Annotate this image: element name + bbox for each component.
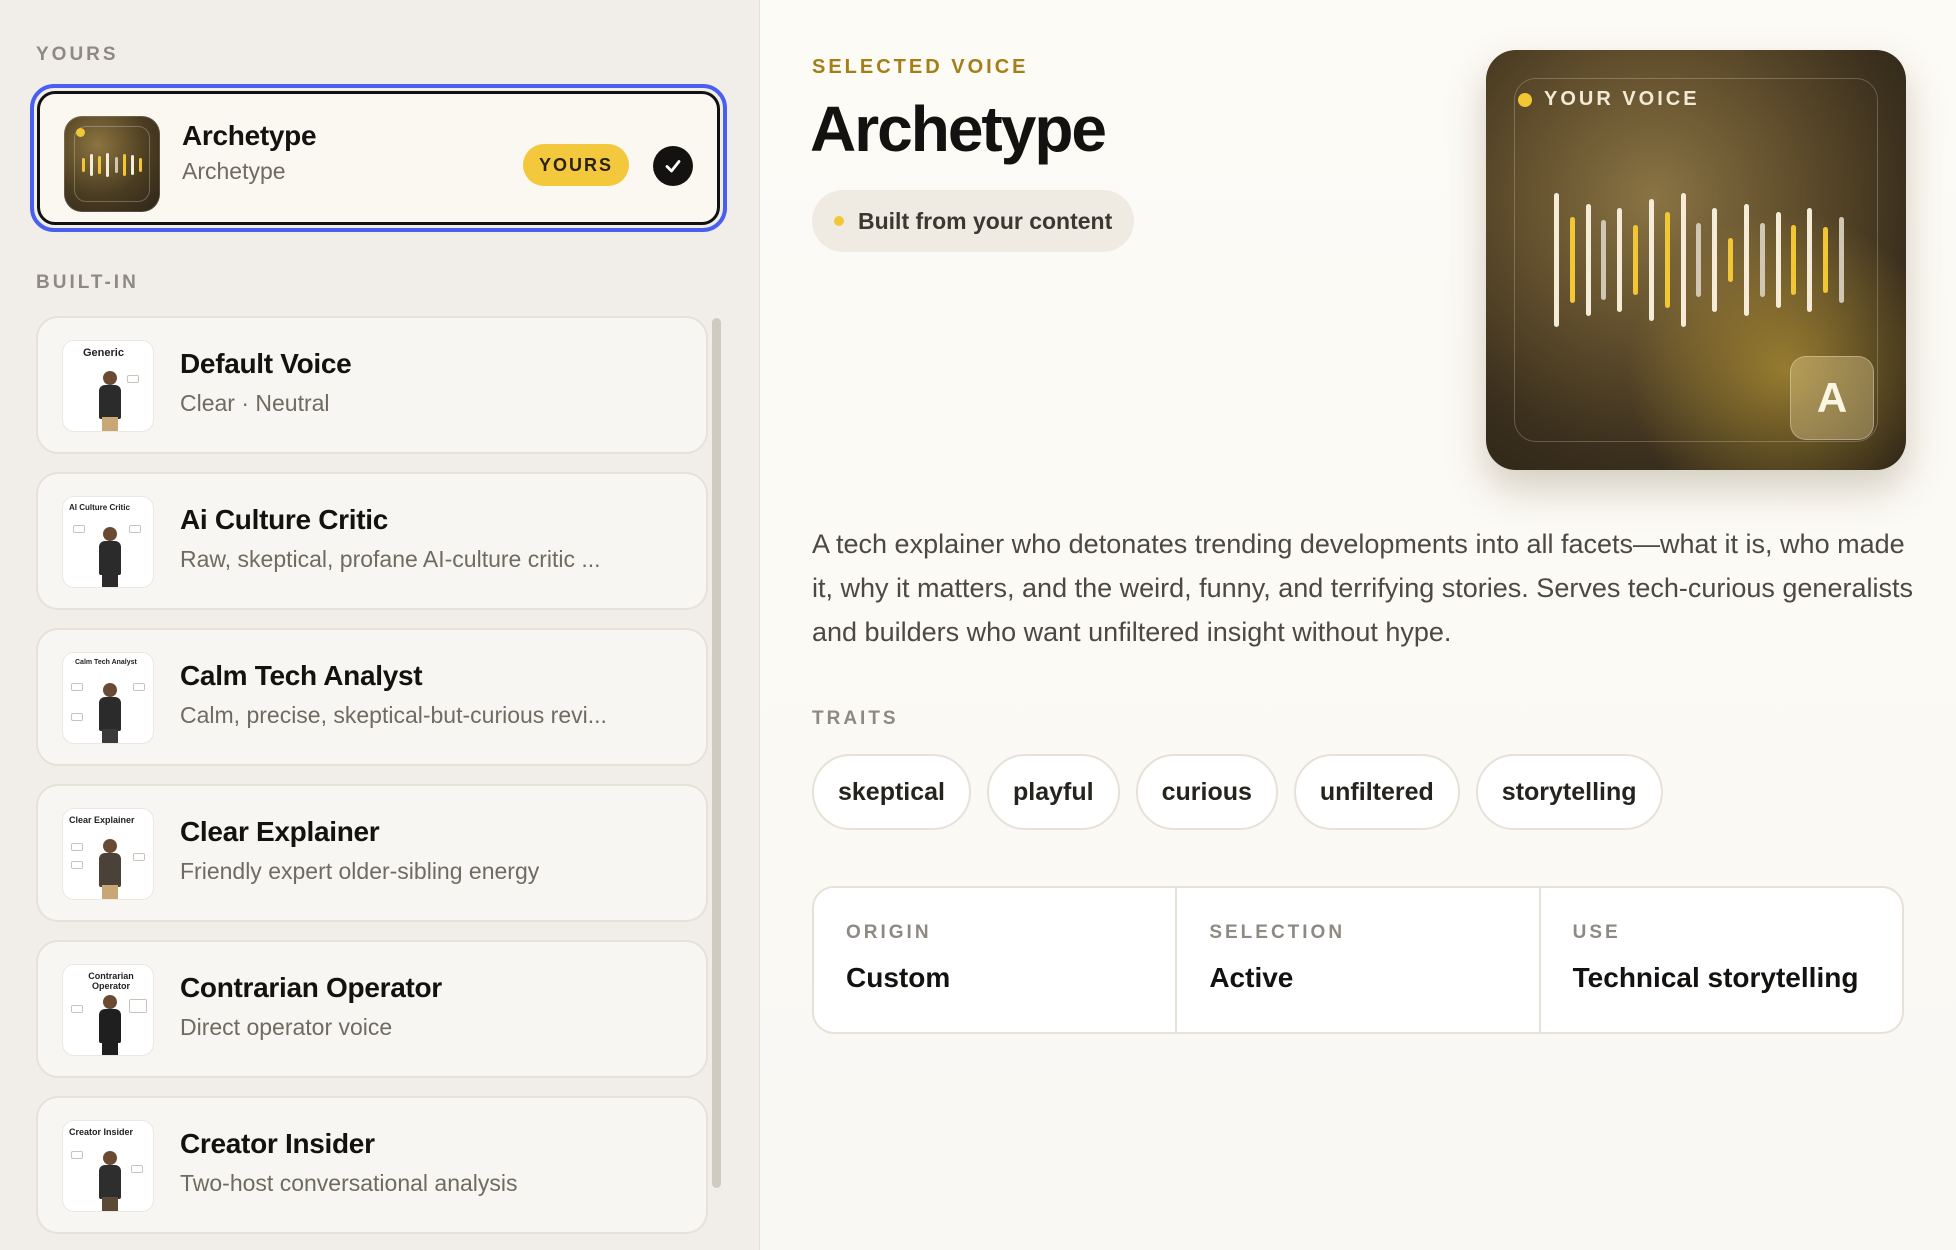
status-dot-icon	[76, 128, 85, 137]
yours-badge: YOURS	[522, 144, 629, 186]
voice-art-label: YOUR VOICE	[1518, 88, 1700, 111]
builtin-voice-list: Generic Default Voice Clear · Neutral AI…	[36, 316, 708, 1250]
thumbnail-label: AI Culture Critic	[69, 503, 130, 512]
voice-thumbnail: Clear Explainer	[62, 808, 154, 900]
waveform-icon	[1554, 190, 1844, 330]
voice-description: A tech explainer who detonates trending …	[812, 529, 1913, 647]
selected-voice-title: Archetype	[810, 93, 1107, 165]
voice-thumbnail: Contrarian Operator	[62, 964, 154, 1056]
thumbnail-label: Creator Insider	[69, 1127, 134, 1137]
voice-meta-table: ORIGIN Custom SELECTION Active USE Techn…	[812, 886, 1904, 1034]
voice-card-ai-culture-critic[interactable]: AI Culture Critic Ai Culture Critic Raw,…	[36, 472, 708, 610]
voice-thumbnail: Calm Tech Analyst	[62, 652, 154, 744]
voice-card-title: Ai Culture Critic	[180, 504, 389, 535]
voice-detail-panel: SELECTED VOICE Archetype Built from your…	[760, 0, 1956, 1250]
trait-chip: playful	[987, 754, 1120, 830]
voice-card-title: Creator Insider	[180, 1128, 375, 1159]
voice-card-subtitle: Calm, precise, skeptical-but-curious rev…	[180, 702, 607, 728]
status-dot-icon	[834, 216, 844, 226]
voice-card-subtitle: Archetype	[182, 158, 286, 184]
meta-origin: ORIGIN Custom	[814, 888, 1178, 1032]
voice-sidebar: YOURS Archetype Archetype YOURS BUILT-IN…	[0, 0, 760, 1250]
meta-use: USE Technical storytelling	[1541, 888, 1902, 1032]
voice-card-clear-explainer[interactable]: Clear Explainer Clear Explainer Friendly…	[36, 784, 708, 922]
voice-card-subtitle: Two-host conversational analysis	[180, 1170, 518, 1196]
builtin-section-label: BUILT-IN	[36, 272, 139, 293]
selected-check-icon	[653, 146, 693, 186]
voice-thumbnail: Generic	[62, 340, 154, 432]
meta-key: ORIGIN	[846, 922, 932, 943]
voice-card-title: Archetype	[182, 120, 317, 151]
thumbnail-label: Generic	[83, 347, 124, 359]
meta-value: Active	[1209, 962, 1294, 993]
meta-value: Custom	[846, 962, 951, 993]
voice-card-title: Clear Explainer	[180, 816, 380, 847]
voice-card-subtitle: Direct operator voice	[180, 1014, 393, 1040]
voice-card-title: Default Voice	[180, 348, 352, 379]
meta-selection: SELECTION Active	[1177, 888, 1541, 1032]
voice-list-scrollbar[interactable]	[712, 318, 721, 1188]
thumbnail-label: Calm Tech Analyst	[75, 659, 137, 666]
voice-thumbnail: AI Culture Critic	[62, 496, 154, 588]
source-pill-label: Built from your content	[858, 207, 1113, 234]
waveform-icon	[82, 152, 142, 178]
voice-thumbnail: Creator Insider	[62, 1120, 154, 1212]
voice-card-title: Calm Tech Analyst	[180, 660, 423, 691]
traits-label: TRAITS	[812, 708, 899, 729]
voice-card-archetype[interactable]: Archetype Archetype YOURS	[30, 84, 727, 232]
selected-voice-eyebrow: SELECTED VOICE	[812, 56, 1029, 78]
meta-key: SELECTION	[1209, 922, 1346, 943]
voice-card-default-voice[interactable]: Generic Default Voice Clear · Neutral	[36, 316, 708, 454]
meta-value: Technical storytelling	[1572, 962, 1859, 993]
trait-chip: storytelling	[1475, 754, 1663, 830]
thumbnail-label: Contrarian Operator	[88, 971, 134, 991]
voice-card-archetype-inner: Archetype Archetype YOURS	[37, 91, 720, 225]
status-dot-icon	[1518, 92, 1532, 107]
voice-card-creator-insider[interactable]: Creator Insider Creator Insider Two-host…	[36, 1096, 708, 1234]
yours-section-label: YOURS	[36, 44, 119, 65]
trait-chip: unfiltered	[1293, 754, 1460, 830]
source-pill: Built from your content	[812, 190, 1135, 252]
voice-artwork: YOUR VOICE A	[1486, 50, 1906, 470]
voice-card-subtitle: Friendly expert older-sibling energy	[180, 858, 540, 884]
voice-wave-thumbnail	[64, 116, 160, 212]
voice-card-subtitle: Clear · Neutral	[180, 390, 330, 416]
trait-chip: curious	[1135, 754, 1278, 830]
voice-art-label-text: YOUR VOICE	[1544, 88, 1700, 110]
voice-initial-tile: A	[1790, 356, 1874, 440]
traits-list: skeptical playful curious unfiltered sto…	[812, 754, 1663, 830]
thumbnail-label: Clear Explainer	[69, 815, 135, 825]
meta-key: USE	[1572, 922, 1621, 943]
voice-card-calm-tech-analyst[interactable]: Calm Tech Analyst Calm Tech Analyst Calm…	[36, 628, 708, 766]
voice-card-title: Contrarian Operator	[180, 972, 442, 1003]
trait-chip: skeptical	[812, 754, 972, 830]
voice-card-subtitle: Raw, skeptical, profane AI-culture criti…	[180, 546, 601, 572]
voice-card-contrarian-operator[interactable]: Contrarian Operator Contrarian Operator …	[36, 940, 708, 1078]
